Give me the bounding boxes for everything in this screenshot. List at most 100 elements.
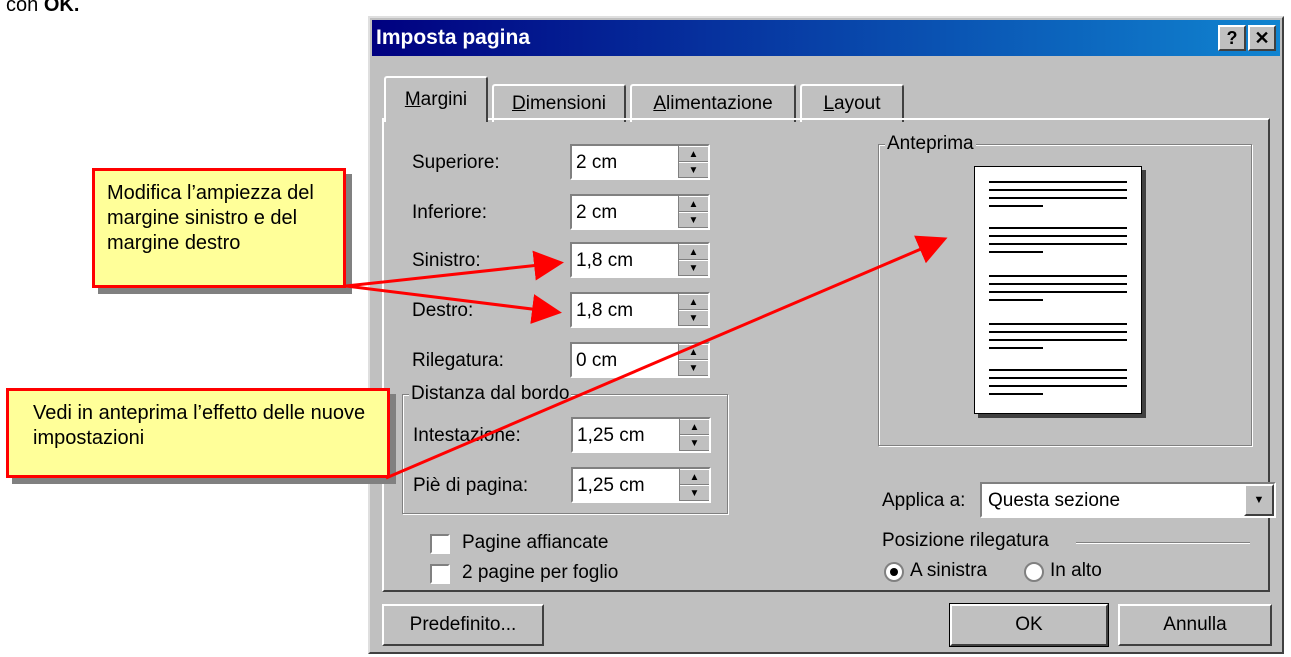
preview-text-line (989, 243, 1127, 245)
preview-text-line (989, 227, 1127, 229)
preview-text-line (989, 385, 1127, 387)
ok-button[interactable]: OK (949, 603, 1109, 647)
preview-text-line (989, 235, 1127, 237)
preview-text-line (989, 323, 1127, 325)
cancel-button[interactable]: Annulla (1118, 604, 1272, 646)
gutter-top-radio[interactable] (1024, 562, 1044, 582)
spin-up-icon[interactable]: ▲ (679, 344, 708, 360)
apply-to-select[interactable]: Questa sezione ▼ (980, 482, 1276, 518)
gutter-value[interactable]: 0 cm (576, 350, 617, 372)
distance-from-edge-group: Distanza dal bordo Intestazione: 1,25 cm… (402, 383, 728, 514)
left-margin-value[interactable]: 1,8 cm (576, 250, 633, 272)
header-distance-value[interactable]: 1,25 cm (577, 425, 645, 447)
preview-text-line (989, 347, 1043, 349)
close-icon: ✕ (1254, 27, 1270, 48)
top-margin-label: Superiore: (412, 152, 500, 173)
preview-text-line (989, 369, 1127, 371)
preview-page (974, 166, 1142, 414)
spin-down-icon[interactable]: ▼ (679, 360, 708, 376)
top-margin-stepper[interactable]: 2 cm ▲ ▼ (570, 144, 710, 180)
gutter-top-label: In alto (1050, 560, 1102, 581)
preview-text-line (989, 331, 1127, 333)
bottom-margin-value[interactable]: 2 cm (576, 202, 617, 224)
right-margin-value[interactable]: 1,8 cm (576, 300, 633, 322)
spin-up-icon[interactable]: ▲ (680, 469, 709, 485)
mirror-margins-checkbox[interactable] (430, 534, 450, 554)
preview-text-line (989, 339, 1127, 341)
spin-up-icon[interactable]: ▲ (679, 294, 708, 310)
preview-text-line (989, 205, 1043, 207)
callout-margins: Modifica l’ampiezza del margine sinistro… (92, 168, 346, 288)
distance-group-title: Distanza dal bordo (409, 383, 572, 405)
right-margin-label: Destro: (412, 300, 474, 321)
page-setup-dialog: Imposta pagina ? ✕ Margini Dimensioni Al… (368, 16, 1284, 654)
gutter-position-separator (1076, 542, 1250, 544)
preview-text-line (989, 393, 1043, 395)
dialog-title: Imposta pagina (376, 26, 531, 49)
preview-text-line (989, 377, 1127, 379)
chevron-down-icon[interactable]: ▼ (1244, 484, 1274, 516)
cancel-button-label: Annulla (1163, 614, 1227, 635)
footer-distance-label: Piè di pagina: (413, 475, 529, 496)
spin-up-icon[interactable]: ▲ (679, 196, 708, 212)
dialog-titlebar: Imposta pagina ? ✕ (372, 20, 1280, 56)
document-text-prefix: con (6, 0, 44, 16)
preview-text-line (989, 189, 1127, 191)
gutter-left-label: A sinistra (910, 560, 988, 581)
tab-layout[interactable]: Layout (800, 84, 904, 122)
callout-preview: Vedi in anteprima l’effetto delle nuove … (6, 388, 390, 478)
preview-text-line (989, 251, 1043, 253)
preview-text-line (989, 197, 1127, 199)
spin-up-icon[interactable]: ▲ (680, 419, 709, 435)
callout-preview-text: Vedi in anteprima l’effetto delle nuove … (33, 402, 366, 449)
ok-button-label: OK (1015, 614, 1043, 635)
tab-alimentazione-label: Alimentazione (653, 93, 773, 114)
spin-down-icon[interactable]: ▼ (679, 212, 708, 228)
header-distance-stepper[interactable]: 1,25 cm ▲ ▼ (571, 417, 711, 453)
bottom-margin-label: Inferiore: (412, 202, 487, 223)
default-button-label: Predefinito... (409, 614, 517, 635)
header-distance-label: Intestazione: (413, 425, 521, 446)
document-text-bold: OK. (43, 0, 80, 16)
tab-alimentazione[interactable]: Alimentazione (630, 84, 796, 122)
spin-down-icon[interactable]: ▼ (680, 435, 709, 451)
help-button[interactable]: ? (1218, 25, 1246, 51)
footer-distance-value[interactable]: 1,25 cm (577, 475, 645, 497)
gutter-left-radio[interactable] (884, 562, 904, 582)
margins-panel: Superiore: 2 cm ▲ ▼ Inferiore: 2 cm ▲ ▼ Si… (382, 118, 1276, 592)
mirror-margins-label: Pagine affiancate (462, 532, 609, 553)
two-pages-per-sheet-label: 2 pagine per foglio (462, 562, 619, 583)
help-icon: ? (1226, 27, 1238, 48)
tab-margini-label: Margini (404, 89, 468, 110)
tab-layout-label: Layout (823, 93, 881, 114)
bottom-margin-stepper[interactable]: 2 cm ▲ ▼ (570, 194, 710, 230)
apply-to-value: Questa sezione (988, 490, 1121, 511)
close-button[interactable]: ✕ (1248, 25, 1276, 51)
gutter-position-title: Posizione rilegatura (882, 530, 1049, 551)
spin-up-icon[interactable]: ▲ (679, 146, 708, 162)
gutter-stepper[interactable]: 0 cm ▲ ▼ (570, 342, 710, 378)
tab-dimensioni[interactable]: Dimensioni (492, 84, 626, 122)
spin-down-icon[interactable]: ▼ (679, 162, 708, 178)
apply-to-label: Applica a: (882, 490, 966, 511)
preview-title: Anteprima (885, 133, 976, 155)
spin-down-icon[interactable]: ▼ (680, 485, 709, 501)
preview-text-line (989, 291, 1127, 293)
default-button[interactable]: Predefinito... (382, 604, 544, 646)
left-margin-stepper[interactable]: 1,8 cm ▲ ▼ (570, 242, 710, 278)
left-margin-label: Sinistro: (412, 250, 481, 271)
preview-text-line (989, 275, 1127, 277)
spin-down-icon[interactable]: ▼ (679, 310, 708, 326)
callout-margins-text: Modifica l’ampiezza del margine sinistro… (107, 182, 314, 254)
footer-distance-stepper[interactable]: 1,25 cm ▲ ▼ (571, 467, 711, 503)
spin-up-icon[interactable]: ▲ (679, 244, 708, 260)
document-text: con OK. (6, 0, 79, 17)
right-margin-stepper[interactable]: 1,8 cm ▲ ▼ (570, 292, 710, 328)
spin-down-icon[interactable]: ▼ (679, 260, 708, 276)
tab-margini[interactable]: Margini (384, 76, 488, 122)
preview-text-line (989, 299, 1043, 301)
preview-text-line (989, 283, 1127, 285)
top-margin-value[interactable]: 2 cm (576, 152, 617, 174)
two-pages-per-sheet-checkbox[interactable] (430, 564, 450, 584)
preview-text-line (989, 181, 1127, 183)
